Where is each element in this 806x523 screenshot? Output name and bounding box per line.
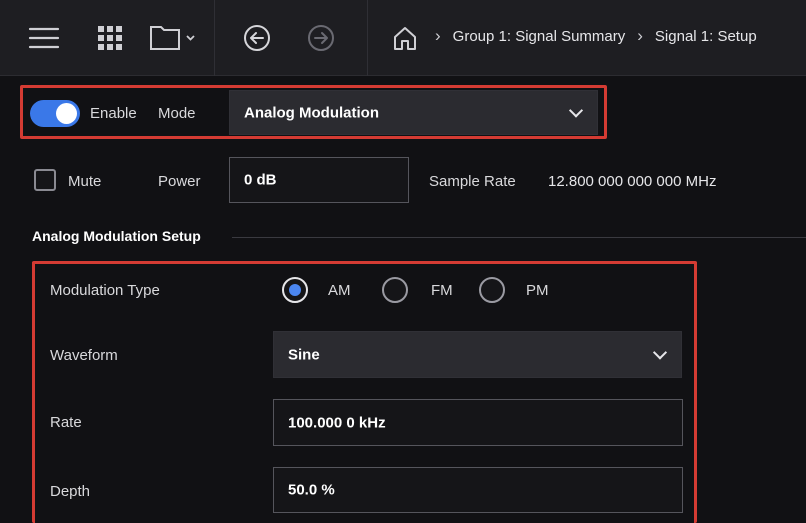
power-input[interactable]: 0 dB [229, 157, 409, 203]
forward-icon[interactable] [304, 18, 338, 58]
toolbar-divider [214, 0, 215, 76]
radio-pm[interactable] [479, 277, 505, 303]
depth-value: 50.0 % [288, 481, 335, 499]
waveform-select[interactable]: Sine [273, 331, 682, 378]
radio-am-label: AM [328, 282, 351, 299]
sample-rate-value: 12.800 000 000 000 MHz [548, 173, 717, 190]
radio-fm-label: FM [431, 282, 453, 299]
depth-input[interactable]: 50.0 % [273, 467, 683, 513]
enable-toggle[interactable] [30, 100, 80, 127]
menu-icon[interactable] [24, 18, 64, 58]
breadcrumb-item-group[interactable]: Group 1: Signal Summary [453, 28, 626, 45]
mute-label: Mute [68, 173, 102, 190]
waveform-label: Waveform [50, 347, 118, 364]
home-icon[interactable] [388, 18, 422, 58]
depth-label: Depth [50, 483, 91, 500]
folder-icon[interactable] [148, 18, 200, 58]
rate-input[interactable]: 100.000 0 kHz [273, 399, 683, 446]
chevron-down-icon [652, 344, 668, 360]
mode-select-value: Analog Modulation [244, 104, 379, 121]
mode-label: Mode [158, 105, 196, 122]
back-icon[interactable] [240, 18, 274, 58]
breadcrumb: › Group 1: Signal Summary › Signal 1: Se… [435, 26, 769, 46]
modulation-type-label: Modulation Type [50, 282, 160, 299]
section-divider [232, 237, 806, 238]
sample-rate-label: Sample Rate [429, 173, 516, 190]
power-value: 0 dB [244, 171, 277, 189]
waveform-value: Sine [288, 346, 320, 363]
chevron-right-icon: › [435, 26, 441, 45]
radio-am[interactable] [282, 277, 308, 303]
section-title: Analog Modulation Setup [32, 228, 201, 244]
toolbar-divider [367, 0, 368, 76]
radio-fm[interactable] [382, 277, 408, 303]
mode-select[interactable]: Analog Modulation [229, 90, 598, 135]
toolbar: › Group 1: Signal Summary › Signal 1: Se… [0, 0, 806, 76]
chevron-right-icon: › [637, 26, 643, 45]
rate-label: Rate [50, 414, 82, 431]
enable-label: Enable [90, 105, 137, 122]
chevron-down-icon [568, 102, 584, 118]
mute-checkbox[interactable] [34, 169, 56, 191]
power-label: Power [158, 173, 201, 190]
radio-pm-label: PM [526, 282, 549, 299]
apps-grid-icon[interactable] [92, 18, 128, 58]
rate-value: 100.000 0 kHz [288, 414, 386, 431]
breadcrumb-item-signal[interactable]: Signal 1: Setup [655, 28, 757, 45]
